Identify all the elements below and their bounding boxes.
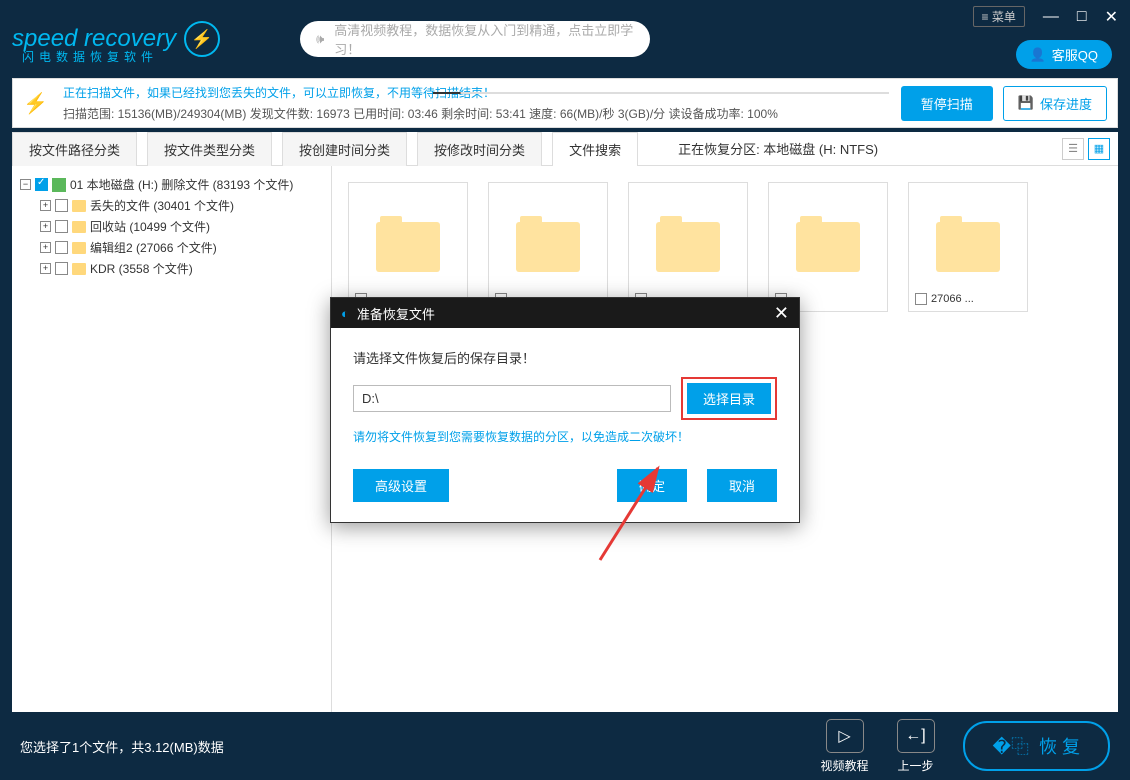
dialog-prompt: 请选择文件恢复后的保存目录！ xyxy=(353,348,777,367)
file-item[interactable] xyxy=(488,182,608,312)
save-progress-button[interactable]: 💾保存进度 xyxy=(1003,86,1107,121)
tutorial-link[interactable]: 🕪 高清视频教程，数据恢复从入门到精通，点击立即学习！ xyxy=(300,21,650,57)
video-tutorial-button[interactable]: ▷ 视频教程 xyxy=(821,719,869,774)
support-button[interactable]: 👤 客服QQ xyxy=(1016,40,1112,69)
recover-button[interactable]: �⿻ 恢 复 xyxy=(963,721,1110,771)
scan-stats: 扫描范围: 15136(MB)/249304(MB) 发现文件数: 16973 … xyxy=(63,105,889,122)
collapse-icon[interactable]: − xyxy=(20,179,31,190)
folder-icon xyxy=(796,222,860,272)
ok-button[interactable]: 确定 xyxy=(617,469,687,502)
tutorial-text: 高清视频教程，数据恢复从入门到精通，点击立即学习！ xyxy=(334,20,634,58)
tree-checkbox[interactable] xyxy=(55,241,68,254)
folder-icon xyxy=(936,222,1000,272)
save-icon: 💾 xyxy=(1018,95,1034,111)
tab-by-modify-time[interactable]: 按修改时间分类 xyxy=(417,132,542,166)
file-item[interactable] xyxy=(628,182,748,312)
folder-icon xyxy=(376,222,440,272)
back-button[interactable]: ←] 上一步 xyxy=(897,719,935,774)
dialog-title: 准备恢复文件 xyxy=(357,304,435,323)
filter-tabs: 按文件路径分类 按文件类型分类 按创建时间分类 按修改时间分类 文件搜索 正在恢… xyxy=(12,132,1118,166)
app-icon: ◐ xyxy=(341,306,349,321)
cancel-button[interactable]: 取消 xyxy=(707,469,777,502)
tab-by-create-time[interactable]: 按创建时间分类 xyxy=(282,132,407,166)
scan-progress-bar xyxy=(433,92,889,94)
tab-file-search[interactable]: 文件搜索 xyxy=(552,132,638,166)
dialog-close-button[interactable]: ✕ xyxy=(774,303,789,324)
select-directory-button[interactable]: 选择目录 xyxy=(687,383,771,414)
dialog-warning: 请勿将文件恢复到您需要恢复数据的分区，以免造成二次破坏！ xyxy=(353,428,777,445)
tree-node-edit2[interactable]: + 编辑组2 (27066 个文件) xyxy=(20,237,323,258)
tree-checkbox[interactable] xyxy=(55,262,68,275)
app-header: speed recovery ⚡ 闪电数据恢复软件 🕪 高清视频教程，数据恢复从… xyxy=(0,0,1130,78)
highlight-box: 选择目录 xyxy=(681,377,777,420)
hamburger-icon: ≡ xyxy=(982,10,989,24)
menu-button[interactable]: ≡ 菜单 xyxy=(973,6,1025,27)
recover-icon: �⿻ xyxy=(993,733,1029,759)
grid-view-button[interactable]: ▦ xyxy=(1088,138,1110,160)
folder-icon xyxy=(72,221,86,233)
qq-icon: 👤 xyxy=(1030,47,1046,63)
tree-checkbox[interactable] xyxy=(55,220,68,233)
maximize-button[interactable]: □ xyxy=(1077,8,1087,26)
tree-checkbox[interactable] xyxy=(35,178,48,191)
scan-icon: ⚡ xyxy=(23,91,51,116)
folder-icon xyxy=(72,200,86,212)
recovery-dialog: ◐ 准备恢复文件 ✕ 请选择文件恢复后的保存目录！ 选择目录 请勿将文件恢复到您… xyxy=(330,297,800,523)
folder-icon xyxy=(72,242,86,254)
play-icon: ▷ xyxy=(826,719,864,753)
pause-scan-button[interactable]: 暂停扫描 xyxy=(901,86,993,121)
tree-node-kdr[interactable]: + KDR (3558 个文件) xyxy=(20,258,323,279)
logo-subtitle: 闪电数据恢复软件 xyxy=(22,48,158,65)
expand-icon[interactable]: + xyxy=(40,200,51,211)
bottom-bar: 您选择了1个文件，共3.12(MB)数据 ▷ 视频教程 ←] 上一步 �⿻ 恢 … xyxy=(0,712,1130,780)
file-item[interactable] xyxy=(348,182,468,312)
file-item[interactable] xyxy=(768,182,888,312)
partition-label: 正在恢复分区: 本地磁盘 (H: NTFS) xyxy=(678,139,878,158)
minimize-button[interactable]: — xyxy=(1043,8,1059,26)
expand-icon[interactable]: + xyxy=(40,263,51,274)
file-checkbox[interactable] xyxy=(915,293,927,305)
scan-status-panel: ⚡ 正在扫描文件，如果已经找到您丢失的文件，可以立即恢复，不用等待扫描结束！ 扫… xyxy=(12,78,1118,128)
folder-icon xyxy=(656,222,720,272)
disk-icon xyxy=(52,178,66,192)
expand-icon[interactable]: + xyxy=(40,221,51,232)
speaker-icon: 🕪 xyxy=(316,31,324,47)
tab-by-type[interactable]: 按文件类型分类 xyxy=(147,132,272,166)
window-controls: ≡ 菜单 — □ ✕ xyxy=(973,6,1118,27)
save-path-input[interactable] xyxy=(353,385,671,412)
advanced-settings-button[interactable]: 高级设置 xyxy=(353,469,449,502)
expand-icon[interactable]: + xyxy=(40,242,51,253)
back-icon: ←] xyxy=(897,719,935,753)
file-tree: − 01 本地磁盘 (H:) 删除文件 (83193 个文件) + 丢失的文件 … xyxy=(12,166,332,716)
file-item[interactable]: 27066 ... xyxy=(908,182,1028,312)
folder-icon xyxy=(516,222,580,272)
scan-info: 正在扫描文件，如果已经找到您丢失的文件，可以立即恢复，不用等待扫描结束！ 扫描范… xyxy=(63,84,889,122)
tab-by-path[interactable]: 按文件路径分类 xyxy=(12,132,137,166)
tree-node-lost[interactable]: + 丢失的文件 (30401 个文件) xyxy=(20,195,323,216)
tree-checkbox[interactable] xyxy=(55,199,68,212)
scan-message: 正在扫描文件，如果已经找到您丢失的文件，可以立即恢复，不用等待扫描结束！ xyxy=(63,84,889,101)
bolt-icon: ⚡ xyxy=(184,21,220,57)
tree-root[interactable]: − 01 本地磁盘 (H:) 删除文件 (83193 个文件) xyxy=(20,174,323,195)
selection-status: 您选择了1个文件，共3.12(MB)数据 xyxy=(20,737,224,756)
close-button[interactable]: ✕ xyxy=(1105,7,1118,27)
tree-node-recycle[interactable]: + 回收站 (10499 个文件) xyxy=(20,216,323,237)
dialog-titlebar[interactable]: ◐ 准备恢复文件 ✕ xyxy=(331,298,799,328)
folder-icon xyxy=(72,263,86,275)
list-view-button[interactable]: ☰ xyxy=(1062,138,1084,160)
